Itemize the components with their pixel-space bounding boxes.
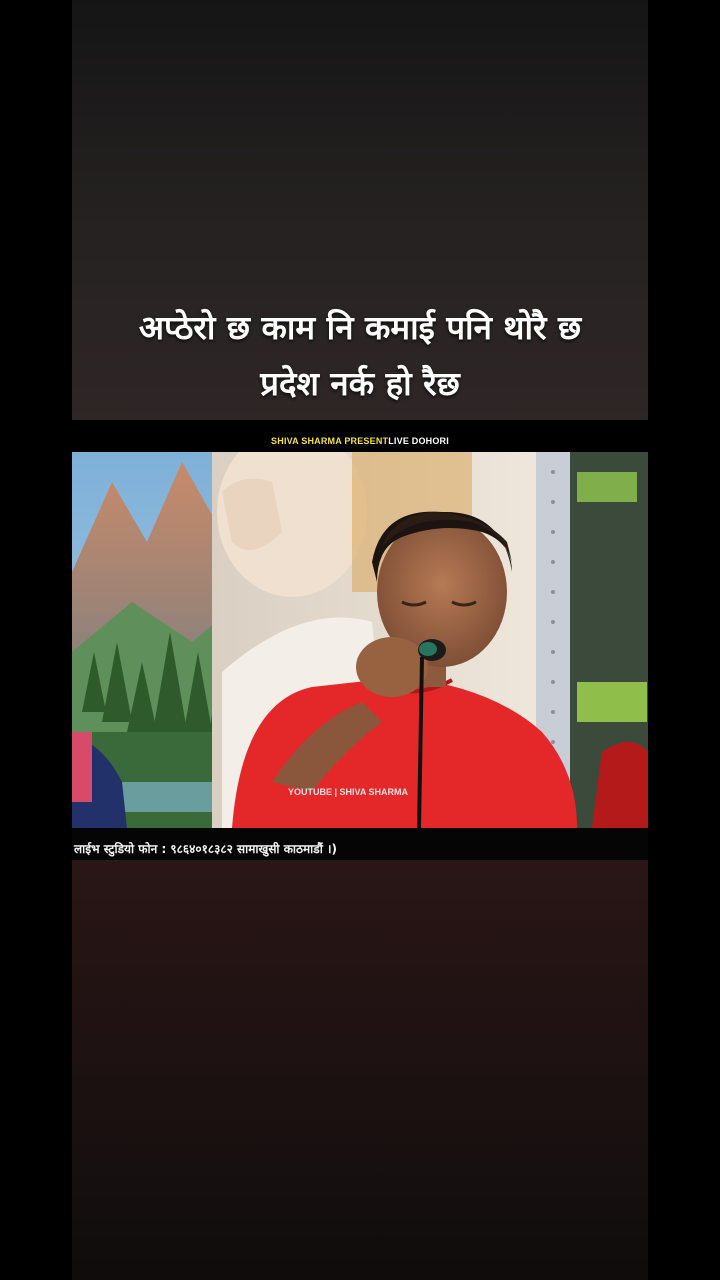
- bottom-background: [72, 860, 648, 1280]
- caption-line-1: अप्ठेरो छ काम नि कमाई पनि थोरै छ: [138, 308, 582, 347]
- presenter-banner: SHIVA SHARMA PRESENTLIVE DOHORI: [72, 436, 648, 446]
- show-label: LIVE DOHORI: [388, 436, 449, 446]
- video-frame[interactable]: [72, 452, 648, 828]
- video-watermark: YOUTUBE | SHIVA SHARMA: [288, 787, 409, 797]
- caption-line-2: प्रदेश नर्क हो रैछ: [260, 364, 460, 403]
- ticker-text: लाईभ स्टुडियो फोन : ९८६४०१८३८२ सामाखुसी …: [74, 842, 338, 856]
- singer-scene-image: [72, 452, 648, 828]
- lyrics-caption: अप्ठेरो छ काम नि कमाई पनि थोरै छ प्रदेश …: [72, 300, 648, 412]
- presenter-label: SHIVA SHARMA PRESENT: [271, 436, 389, 446]
- video-player[interactable]: अप्ठेरो छ काम नि कमाई पनि थोरै छ प्रदेश …: [72, 0, 648, 1280]
